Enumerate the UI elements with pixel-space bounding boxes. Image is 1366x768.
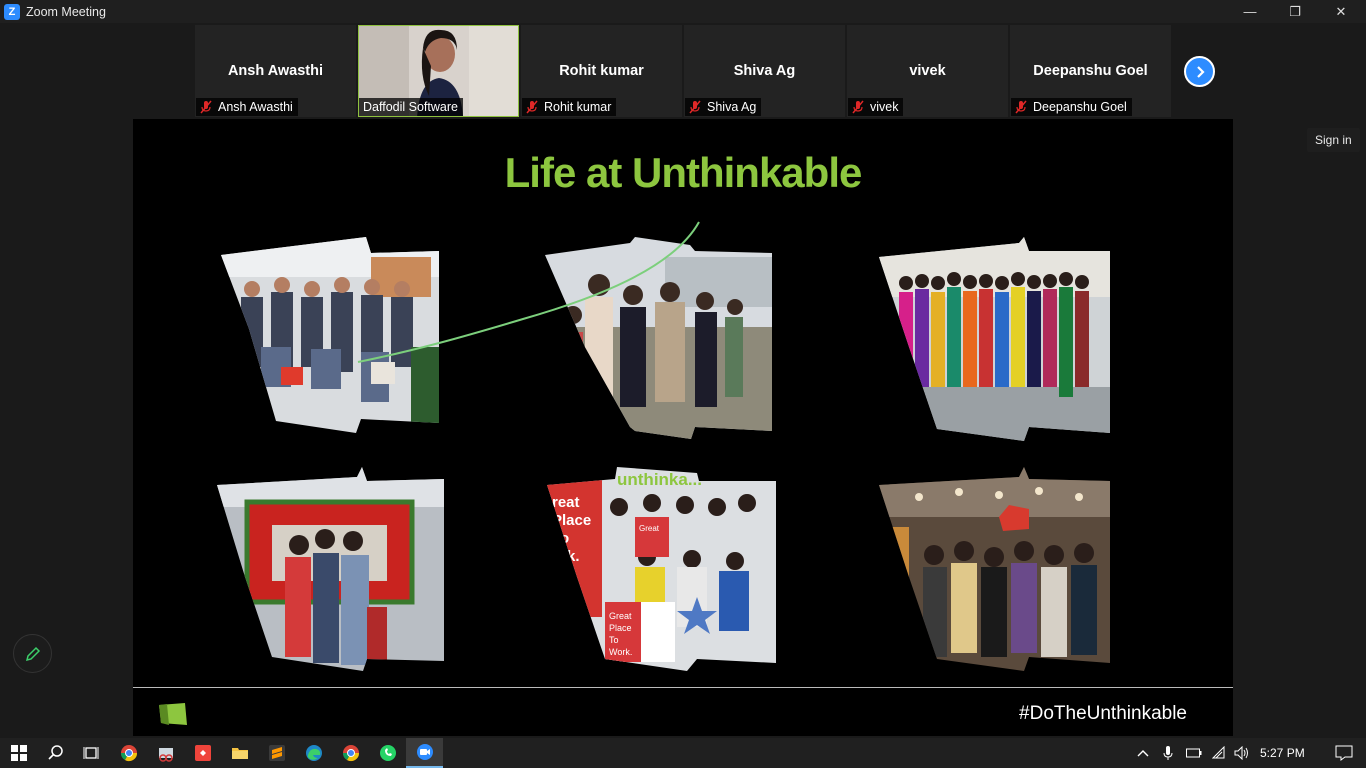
participant-tile[interactable]: Deepanshu Goel Deepanshu Goel [1010,25,1171,117]
taskbar-app-sublime[interactable] [258,738,295,768]
window-titlebar: Z Zoom Meeting — ❐ ✕ [0,0,1366,23]
participant-name: Ansh Awasthi [227,63,324,79]
taskbar-app-chrome-2[interactable] [332,738,369,768]
close-button[interactable]: ✕ [1318,0,1364,23]
slide-divider [133,687,1233,688]
participant-name: vivek [909,63,946,79]
taskbar-app-anydesk[interactable] [184,738,221,768]
muted-mic-icon [1015,100,1027,114]
shared-screen[interactable]: Life at Unthinkable reat Place To ork. u… [133,119,1233,736]
zoom-icon [416,744,433,760]
task-view-button[interactable] [72,738,109,768]
microphone-icon[interactable] [1162,745,1174,761]
participant-tile[interactable]: vivek vivek [847,25,1008,117]
caption-text: vivek [870,100,899,114]
participant-caption: Ansh Awasthi [196,98,298,116]
participant-tile[interactable]: Rohit kumar Rohit kumar [521,25,682,117]
clock[interactable]: 5:27 PM [1260,746,1305,760]
wifi-icon[interactable] [1212,746,1226,760]
participant-name: Shiva Ag [733,63,796,79]
participant-name: Deepanshu Goel [1033,63,1148,79]
participant-caption: Daffodil Software [359,98,463,116]
windows-taskbar: 5:27 PM [0,738,1366,768]
participant-caption: Deepanshu Goel [1011,98,1132,116]
notifications-icon[interactable] [1335,745,1353,761]
muted-mic-icon [852,100,864,114]
muted-mic-icon [526,100,538,114]
task-view-icon [83,747,98,759]
caption-text: Ansh Awasthi [218,100,293,114]
taskbar-app-snipping[interactable] [147,738,184,768]
caption-text: Daffodil Software [363,100,458,114]
taskbar-app-file-explorer[interactable] [221,738,258,768]
caption-text: Shiva Ag [707,100,757,114]
annotate-button[interactable] [13,634,52,673]
flag-logo-icon [159,703,187,725]
taskbar-app-chrome[interactable] [110,738,147,768]
search-button[interactable] [37,738,74,768]
zoom-logo-icon: Z [4,3,20,20]
whatsapp-icon [379,745,396,761]
snipping-tool-icon [158,748,173,762]
participant-tile[interactable]: Shiva Ag Shiva Ag [684,25,845,117]
chevron-right-icon [1196,65,1205,78]
participant-tile[interactable]: Ansh Awasthi Ansh Awasthi [195,25,356,117]
participant-name: Rohit kumar [559,63,644,79]
caption-text: Deepanshu Goel [1033,100,1127,114]
taskbar-app-whatsapp[interactable] [369,738,406,768]
sublime-text-icon [268,745,285,761]
muted-mic-icon [200,100,212,114]
window-title: Zoom Meeting [26,4,106,19]
chevron-up-icon[interactable] [1136,748,1150,758]
chrome-icon [342,745,359,762]
edge-icon [305,745,322,761]
minimize-button[interactable]: — [1227,0,1273,23]
taskbar-app-edge[interactable] [295,738,332,768]
folder-icon [231,748,248,759]
start-button[interactable] [0,738,37,768]
taskbar-app-zoom[interactable] [406,738,443,768]
windows-logo-icon [10,745,27,761]
participant-caption: Rohit kumar [522,98,617,116]
next-page-button[interactable] [1184,56,1215,87]
participant-gallery: Ansh Awasthi Ansh Awasthi Daffodil Softw… [195,25,1171,117]
search-icon [47,745,63,760]
system-tray: 5:27 PM [1136,738,1353,768]
restore-button[interactable]: ❐ [1272,0,1318,23]
caption-text: Rohit kumar [544,100,612,114]
pencil-icon [25,646,40,661]
participant-caption: vivek [848,98,904,116]
muted-mic-icon [689,100,701,114]
participant-tile-video[interactable]: Daffodil Software [358,25,519,117]
anydesk-icon [194,745,211,761]
sign-in-button[interactable]: Sign in [1307,128,1360,152]
participant-caption: Shiva Ag [685,98,762,116]
volume-icon[interactable] [1234,746,1250,760]
slide-hashtag: #DoTheUnthinkable [1019,703,1187,724]
battery-icon[interactable] [1186,748,1202,758]
annotation-stroke [357,221,700,363]
chrome-icon [120,745,137,762]
